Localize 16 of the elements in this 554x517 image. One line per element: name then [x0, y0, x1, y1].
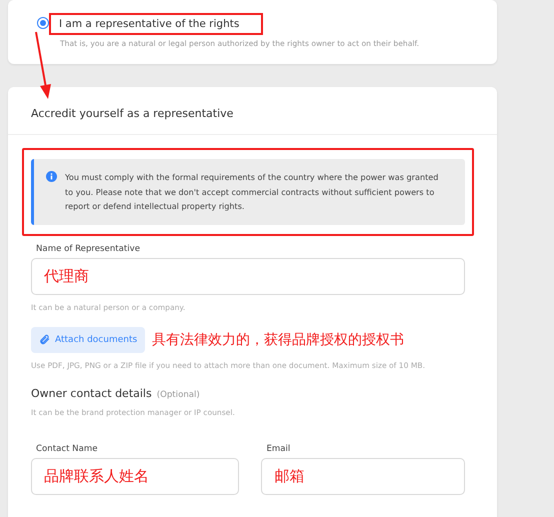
field-label: Email [266, 444, 292, 454]
option-title: I am a representative of the rights [49, 13, 263, 35]
optional-label: (Optional) [156, 390, 200, 400]
attach-button[interactable]: Attach documents [31, 326, 146, 352]
annotation-arrow [32, 30, 52, 100]
field-label: Name of Representative [36, 244, 142, 254]
notice-text: You must comply with the formal requirements of the country where the power was granted to you. Please note that we don't accept commercial contracts without sufficient powers to report or defend intellectual property rights. [65, 171, 440, 213]
input-field[interactable]: 代理商 [31, 258, 465, 294]
annotation-text: 具有法律效力的，获得品牌授权的授权书 [152, 330, 404, 348]
input-field[interactable]: 邮箱 [261, 458, 465, 494]
paperclip-icon [39, 334, 50, 345]
field-label: Contact Name [36, 444, 99, 454]
input-field[interactable]: 品牌联系人姓名 [31, 458, 240, 494]
section-title: Accredit yourself as a representative [8, 87, 497, 135]
info-icon [46, 171, 57, 182]
subsection-title: Owner contact details [31, 386, 152, 400]
